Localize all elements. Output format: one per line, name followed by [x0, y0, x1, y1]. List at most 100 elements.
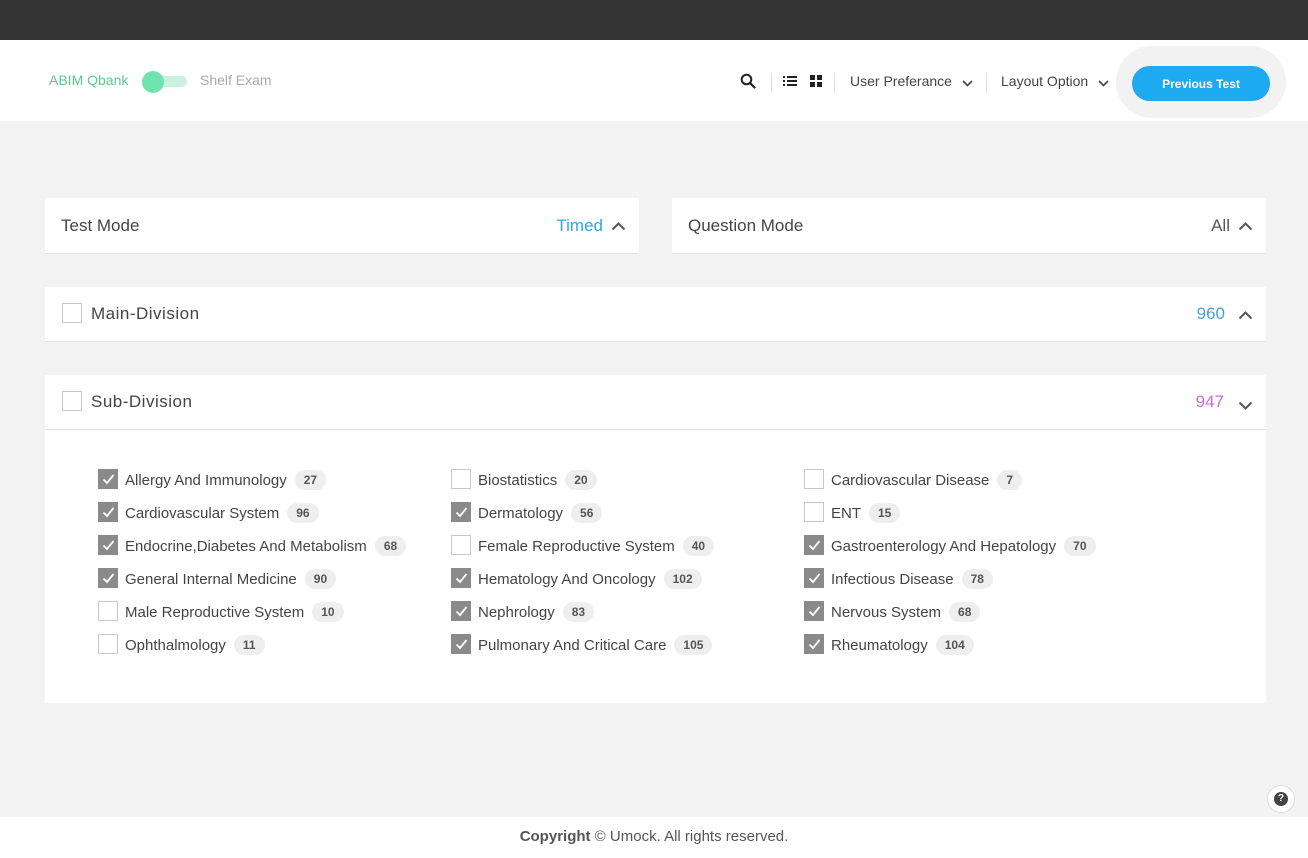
sub-division-item-name: Infectious Disease: [831, 571, 954, 588]
test-mode-panel[interactable]: Test Mode Timed: [45, 198, 639, 254]
header: ABIM Qbank Shelf Exam User Preferance La…: [0, 40, 1308, 121]
sub-division-item-name: Allergy And Immunology: [125, 472, 287, 489]
main-division-checkbox[interactable]: [62, 303, 82, 323]
check-icon: [808, 540, 821, 551]
sub-division-item-label: Dermatology 56: [478, 503, 603, 523]
sub-division-item-count: 90: [304, 569, 337, 589]
sub-division-item-label: Pulmonary And Critical Care 105: [478, 635, 713, 655]
sub-division-item-checkbox[interactable]: [804, 469, 824, 489]
sub-division-item-count: 56: [571, 503, 603, 523]
abim-qbank-label[interactable]: ABIM Qbank: [49, 72, 128, 88]
previous-test-button[interactable]: Previous Test: [1132, 66, 1270, 101]
sub-division-item-checkbox[interactable]: [451, 568, 471, 588]
layout-option-menu[interactable]: Layout Option: [1001, 73, 1109, 90]
sub-division-item-label: Endocrine,Diabetes And Metabolism 68: [125, 536, 407, 556]
sub-division-item-count: 40: [682, 536, 715, 556]
sub-division-item-label: Female Reproductive System 40: [478, 536, 715, 556]
question-mode-title: Question Mode: [688, 216, 804, 235]
check-icon: [102, 507, 115, 518]
sub-division-item-name: Ophthalmology: [125, 637, 226, 654]
sub-division-item-count: 68: [949, 602, 981, 622]
copyright-label: Copyright: [519, 828, 591, 845]
sub-division-item-label: Allergy And Immunology 27: [125, 470, 327, 490]
sub-division-item-checkbox[interactable]: [98, 634, 118, 654]
search-icon[interactable]: [740, 73, 756, 89]
sub-division-item-checkbox[interactable]: [451, 634, 471, 654]
sub-division-item-name: General Internal Medicine: [125, 571, 297, 588]
test-mode-value: Timed: [556, 216, 603, 235]
chevron-up-icon[interactable]: [611, 218, 627, 234]
sub-division-item-label: General Internal Medicine 90: [125, 569, 337, 589]
sub-division-item-label: Nervous System 68: [831, 602, 981, 622]
chevron-down-icon: [1098, 74, 1109, 90]
sub-division-item-count: 20: [565, 470, 597, 490]
list-view-icon[interactable]: [783, 74, 799, 90]
sub-division-item-checkbox[interactable]: [98, 469, 118, 489]
sub-division-item-checkbox[interactable]: [451, 535, 471, 555]
sub-division-item-count: 104: [935, 635, 974, 655]
sub-division-item-name: Rheumatology: [831, 637, 928, 654]
sub-division-item-label: Biostatistics 20: [478, 470, 597, 490]
check-icon: [102, 573, 115, 584]
check-icon: [808, 639, 821, 650]
sub-division-item-label: ENT 15: [831, 503, 901, 523]
sub-division-item-checkbox[interactable]: [98, 568, 118, 588]
sub-division-item-count: 11: [233, 635, 265, 655]
test-mode-title: Test Mode: [61, 216, 140, 235]
main-division-title: Main-Division: [91, 304, 200, 323]
sub-division-item-name: Male Reproductive System: [125, 604, 305, 621]
question-mode-panel[interactable]: Question Mode All: [672, 198, 1266, 254]
main-division-count: 960: [1196, 304, 1225, 323]
sub-division-item-name: Hematology And Oncology: [478, 571, 656, 588]
check-icon: [808, 573, 821, 584]
sub-division-item-name: Cardiovascular System: [125, 505, 280, 522]
sub-division-item-checkbox[interactable]: [98, 601, 118, 621]
sub-division-item-label: Gastroenterology And Hepatology 70: [831, 536, 1096, 556]
sub-division-item-count: 96: [287, 503, 319, 523]
sub-division-item-name: ENT: [831, 505, 861, 522]
sub-division-item-count: 105: [674, 635, 713, 655]
sub-division-item-label: Cardiovascular Disease 7: [831, 470, 1023, 490]
sub-division-item-name: Dermatology: [478, 505, 564, 522]
user-preference-label: User Preferance: [850, 73, 952, 89]
sub-division-item-count: 68: [374, 536, 407, 556]
check-icon: [808, 606, 821, 617]
sub-division-item-count: 78: [961, 569, 993, 589]
grid-view-icon[interactable]: [810, 74, 826, 90]
sub-division-item-checkbox[interactable]: [804, 568, 824, 588]
sub-division-item-name: Biostatistics: [478, 472, 558, 489]
sub-division-item-checkbox[interactable]: [451, 469, 471, 489]
header-divider: [771, 73, 772, 93]
sub-division-item-count: 102: [663, 569, 702, 589]
check-icon: [455, 507, 468, 518]
sub-division-item-name: Female Reproductive System: [478, 538, 675, 555]
chevron-up-icon[interactable]: [1238, 307, 1254, 323]
sub-division-item-checkbox[interactable]: [804, 535, 824, 555]
qbank-mode-toggle[interactable]: [142, 71, 187, 93]
sub-division-item-checkbox[interactable]: [804, 601, 824, 621]
sub-division-item-name: Cardiovascular Disease: [831, 472, 990, 489]
main-division-panel[interactable]: Main-Division 960: [45, 287, 1266, 342]
chevron-down-icon[interactable]: [1238, 397, 1254, 413]
sub-division-item-label: Cardiovascular System 96: [125, 503, 319, 523]
layout-option-label: Layout Option: [1001, 73, 1089, 89]
user-preference-menu[interactable]: User Preferance: [850, 73, 973, 90]
shelf-exam-label[interactable]: Shelf Exam: [200, 72, 272, 88]
sub-division-panel[interactable]: Sub-Division 947: [45, 375, 1266, 430]
sub-division-item-checkbox[interactable]: [98, 535, 118, 555]
sub-division-item-label: Infectious Disease 78: [831, 569, 993, 589]
sub-division-item-checkbox[interactable]: [804, 502, 824, 522]
check-icon: [455, 606, 468, 617]
sub-division-item-count: 70: [1064, 536, 1096, 556]
help-button[interactable]: ?: [1267, 785, 1295, 813]
sub-division-item-checkbox[interactable]: [804, 634, 824, 654]
chevron-up-icon[interactable]: [1238, 218, 1254, 234]
sub-division-item-label: Male Reproductive System 10: [125, 602, 344, 622]
sub-division-item-name: Endocrine,Diabetes And Metabolism: [125, 538, 367, 555]
sub-division-item-name: Gastroenterology And Hepatology: [831, 538, 1057, 555]
sub-division-item-checkbox[interactable]: [451, 601, 471, 621]
sub-division-item-checkbox[interactable]: [451, 502, 471, 522]
check-icon: [102, 474, 115, 485]
sub-division-item-checkbox[interactable]: [98, 502, 118, 522]
sub-division-checkbox[interactable]: [62, 391, 82, 411]
